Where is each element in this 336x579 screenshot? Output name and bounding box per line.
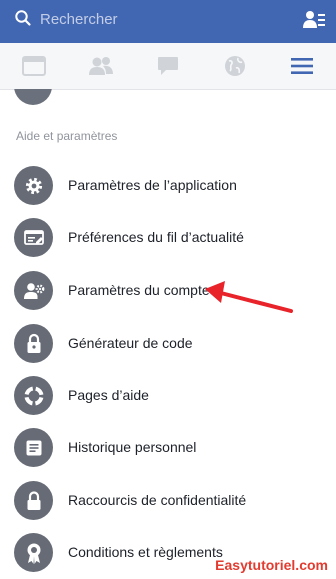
messages-icon xyxy=(157,56,179,76)
menu-item-label: Préférences du fil d’actualité xyxy=(68,229,244,245)
gear-icon xyxy=(14,166,53,205)
padlock-icon xyxy=(14,481,53,520)
tab-notifications-globe[interactable] xyxy=(201,43,268,89)
menu-item-label: Générateur de code xyxy=(68,335,193,351)
partial-item-icon xyxy=(14,89,52,105)
menu-item-label: Raccourcis de confidentialité xyxy=(68,492,247,508)
search-input[interactable] xyxy=(40,9,260,29)
account-settings-icon xyxy=(14,271,53,310)
menu-item-label: Paramètres du compte xyxy=(68,282,210,298)
section-header: Aide et paramètres xyxy=(16,129,118,143)
menu-item-label: Paramètres de l’application xyxy=(68,177,237,193)
lifebuoy-icon xyxy=(14,376,53,415)
tab-friends[interactable] xyxy=(67,43,134,89)
contacts-icon[interactable] xyxy=(302,9,326,31)
menu-item-label: Pages d’aide xyxy=(68,387,149,403)
menu-item-help-pages[interactable]: Pages d’aide xyxy=(0,370,336,422)
annotation-arrow xyxy=(205,281,293,313)
activity-log-icon xyxy=(14,428,53,467)
tab-menu[interactable] xyxy=(268,43,335,89)
tab-messages[interactable] xyxy=(134,43,201,89)
menu-item-label: Historique personnel xyxy=(68,439,197,455)
menu-item-code-generator[interactable]: Générateur de code xyxy=(0,318,336,370)
search-icon[interactable] xyxy=(14,9,32,27)
menu-item-app-settings[interactable]: Paramètres de l’application xyxy=(0,160,336,212)
menu-icon xyxy=(290,57,314,75)
tab-news-feed[interactable] xyxy=(0,43,67,89)
friends-icon xyxy=(88,56,114,76)
feed-preferences-icon xyxy=(14,218,53,257)
watermark: Easytutoriel.com xyxy=(215,557,328,573)
badge-icon xyxy=(14,533,53,572)
menu-item-activity-log[interactable]: Historique personnel xyxy=(0,422,336,474)
menu-item-feed-preferences[interactable]: Préférences du fil d’actualité xyxy=(0,212,336,264)
menu-item-privacy-shortcuts[interactable]: Raccourcis de confidentialité xyxy=(0,475,336,527)
scrolled-partial-item xyxy=(0,89,336,107)
menu-item-label: Conditions et règlements xyxy=(68,544,223,560)
lock-icon xyxy=(14,324,53,363)
news-feed-icon xyxy=(21,56,46,76)
top-bar xyxy=(0,0,336,43)
navigation-bar xyxy=(0,43,336,90)
globe-icon xyxy=(224,55,246,77)
